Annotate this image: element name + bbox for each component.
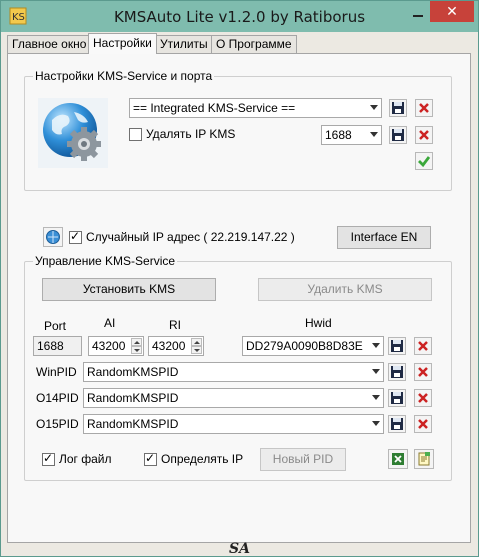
signature-logo: SA	[229, 541, 250, 557]
app-window: KS KMSAuto Lite v1.2.0 by Ratiborus ✕ Гл…	[0, 0, 479, 557]
winpid-select[interactable]: RandomKMSPID	[83, 362, 384, 382]
delete-hwid-button[interactable]	[414, 337, 432, 355]
kms-service-select[interactable]: == Integrated KMS-Service ==	[129, 98, 382, 118]
save-o15pid-button[interactable]	[388, 415, 406, 433]
note-pad-icon	[418, 452, 430, 466]
o14pid-select[interactable]: RandomKMSPID	[83, 388, 384, 408]
save-o14pid-button[interactable]	[388, 389, 406, 407]
delete-o14pid-button[interactable]	[414, 389, 432, 407]
port-select-value: 1688	[325, 128, 352, 142]
save-winpid-button[interactable]	[388, 363, 406, 381]
remove-kms-button[interactable]: Удалить KMS	[258, 278, 432, 301]
delete-x-icon	[418, 393, 428, 403]
kms-service-select-value: == Integrated KMS-Service ==	[133, 101, 296, 115]
remove-ip-kms-label: Удалять IP KMS	[146, 127, 236, 141]
settings-panel: Настройки KMS-Service и порта == Integra…	[7, 53, 471, 543]
winpid-label: WinPID	[36, 365, 77, 379]
ai-spin-arrows[interactable]	[131, 338, 142, 354]
log-file-label: Лог файл	[59, 452, 112, 466]
chevron-down-icon	[372, 343, 380, 348]
tab-main-window[interactable]: Главное окно	[7, 35, 92, 53]
ri-spinner[interactable]: 43200	[148, 336, 204, 356]
random-ip-checkbox[interactable]: ✓ Случайный IP адрес ( 22.219.147.22 )	[69, 228, 295, 244]
close-button[interactable]: ✕	[430, 1, 474, 22]
globe-gear-icon	[38, 98, 108, 168]
hwid-select[interactable]: DD279A0090B8D83E	[242, 336, 384, 356]
delete-x-icon	[419, 130, 429, 140]
save-service-button[interactable]	[389, 99, 407, 117]
title-bar[interactable]: KS KMSAuto Lite v1.2.0 by Ratiborus ✕	[1, 1, 478, 32]
port-field[interactable]: 1688	[33, 336, 82, 356]
ri-spin-arrows[interactable]	[191, 338, 202, 354]
hwid-value: DD279A0090B8D83E	[246, 339, 363, 353]
excel-export-icon	[392, 453, 404, 465]
checkmark-icon: ✓	[70, 228, 81, 243]
remove-ip-kms-checkbox[interactable]: Удалять IP KMS	[129, 127, 235, 141]
delete-x-icon	[418, 367, 428, 377]
floppy-save-icon	[391, 418, 403, 430]
delete-x-icon	[419, 103, 429, 113]
network-globe-icon	[46, 230, 60, 244]
delete-winpid-button[interactable]	[414, 363, 432, 381]
ri-header: RI	[169, 318, 181, 332]
floppy-save-icon	[391, 340, 403, 352]
delete-port-button[interactable]	[415, 126, 433, 144]
floppy-save-icon	[391, 392, 403, 404]
checkbox-box[interactable]: ✓	[144, 450, 157, 466]
port-select[interactable]: 1688	[321, 125, 382, 145]
kms-service-settings-group: Настройки KMS-Service и порта == Integra…	[24, 69, 452, 191]
notes-button[interactable]	[414, 449, 434, 469]
ai-value: 43200	[92, 339, 126, 353]
checkmark-icon	[418, 156, 431, 168]
chevron-down-icon	[372, 369, 380, 374]
port-header: Port	[44, 319, 67, 333]
o14pid-value: RandomKMSPID	[87, 391, 179, 405]
chevron-down-icon	[372, 421, 380, 426]
checkbox-box[interactable]: ✓	[42, 450, 55, 466]
log-file-checkbox[interactable]: ✓ Лог файл	[42, 450, 112, 466]
ri-value: 43200	[152, 339, 186, 353]
interface-language-button[interactable]: Interface EN	[337, 226, 431, 249]
apply-button[interactable]	[415, 152, 433, 170]
hwid-header: Hwid	[305, 316, 332, 330]
tab-about[interactable]: О Программе	[211, 35, 297, 53]
save-port-button[interactable]	[389, 126, 407, 144]
delete-o15pid-button[interactable]	[414, 415, 432, 433]
checkmark-icon: ✓	[145, 450, 156, 465]
group-title: Настройки KMS-Service и порта	[33, 69, 215, 83]
o15pid-select[interactable]: RandomKMSPID	[83, 414, 384, 434]
checkmark-icon: ✓	[43, 450, 54, 465]
network-refresh-button[interactable]	[43, 227, 63, 247]
checkbox-box[interactable]	[129, 127, 142, 141]
ai-header: AI	[104, 316, 116, 330]
tab-settings[interactable]: Настройки	[88, 33, 157, 54]
chevron-down-icon	[370, 105, 378, 110]
floppy-save-icon	[391, 366, 403, 378]
chevron-down-icon	[370, 132, 378, 137]
save-hwid-button[interactable]	[388, 337, 406, 355]
tab-utilities[interactable]: Утилиты	[155, 35, 213, 53]
delete-x-icon	[418, 419, 428, 429]
delete-service-button[interactable]	[415, 99, 433, 117]
o15pid-label: O15PID	[36, 417, 79, 431]
o15pid-value: RandomKMSPID	[87, 417, 179, 431]
detect-ip-label: Определять IP	[161, 452, 244, 466]
new-pid-button[interactable]: Новый PID	[260, 448, 346, 471]
group-title: Управление KMS-Service	[33, 254, 178, 268]
o14pid-label: O14PID	[36, 391, 79, 405]
floppy-save-icon	[392, 102, 404, 114]
delete-x-icon	[418, 341, 428, 351]
install-kms-button[interactable]: Установить KMS	[42, 278, 216, 301]
export-excel-button[interactable]	[388, 449, 408, 469]
minimize-button[interactable]	[405, 3, 430, 23]
checkbox-box[interactable]: ✓	[69, 228, 82, 244]
chevron-down-icon	[372, 395, 380, 400]
winpid-value: RandomKMSPID	[87, 365, 179, 379]
floppy-save-icon	[392, 129, 404, 141]
ai-spinner[interactable]: 43200	[88, 336, 144, 356]
random-ip-label: Случайный IP адрес ( 22.219.147.22 )	[86, 230, 295, 244]
detect-ip-checkbox[interactable]: ✓ Определять IP	[144, 450, 244, 466]
